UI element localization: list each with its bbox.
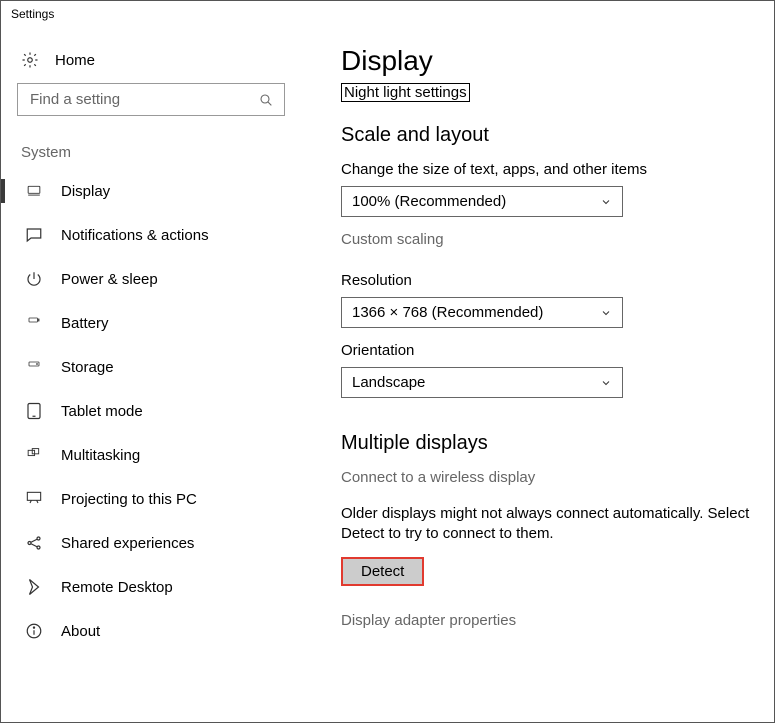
sidebar-item-power[interactable]: Power & sleep: [17, 257, 301, 301]
body: Home System Display: [1, 27, 774, 722]
search-input[interactable]: [28, 90, 258, 109]
chat-icon: [25, 226, 43, 244]
scale-label: Change the size of text, apps, and other…: [341, 161, 774, 178]
chevron-down-icon: [600, 196, 612, 208]
resolution-label: Resolution: [341, 272, 774, 289]
multitasking-icon: [25, 446, 43, 464]
sidebar-item-multitasking[interactable]: Multitasking: [17, 433, 301, 477]
search-icon: [258, 92, 274, 108]
chevron-down-icon: [600, 377, 612, 389]
custom-scaling-link[interactable]: Custom scaling: [341, 231, 774, 248]
chevron-down-icon: [600, 307, 612, 319]
sidebar-item-label: Display: [61, 183, 110, 200]
wireless-link[interactable]: Connect to a wireless display: [341, 469, 774, 486]
adapter-link[interactable]: Display adapter properties: [341, 612, 774, 629]
sidebar-item-about[interactable]: About: [17, 609, 301, 653]
scale-heading: Scale and layout: [341, 124, 774, 147]
sidebar-item-shared[interactable]: Shared experiences: [17, 521, 301, 565]
sidebar-item-label: Power & sleep: [61, 271, 158, 288]
remote-icon: [25, 578, 43, 596]
sidebar-item-label: Shared experiences: [61, 535, 194, 552]
resolution-dropdown[interactable]: 1366 × 768 (Recommended): [341, 297, 623, 328]
share-icon: [25, 534, 43, 552]
tablet-icon: [25, 402, 43, 420]
older-displays-text: Older displays might not always connect …: [341, 504, 761, 545]
sidebar-item-label: Projecting to this PC: [61, 491, 197, 508]
power-icon: [25, 270, 43, 288]
search-box[interactable]: [17, 83, 285, 116]
gear-icon: [21, 51, 39, 69]
page-title: Display: [341, 45, 774, 77]
window-title: Settings: [1, 1, 774, 27]
info-icon: [25, 622, 43, 640]
sidebar-item-label: Remote Desktop: [61, 579, 173, 596]
scale-dropdown[interactable]: 100% (Recommended): [341, 186, 623, 217]
settings-window: Settings Home: [0, 0, 775, 723]
resolution-value: 1366 × 768 (Recommended): [352, 304, 543, 321]
display-icon: [25, 182, 43, 200]
nav-list: Display Notifications & actions Power & …: [17, 169, 301, 653]
projecting-icon: [25, 490, 43, 508]
night-light-link[interactable]: Night light settings: [341, 83, 470, 102]
sidebar-item-storage[interactable]: Storage: [17, 345, 301, 389]
sidebar-item-label: Storage: [61, 359, 114, 376]
storage-icon: [25, 358, 43, 376]
home-label: Home: [55, 52, 95, 69]
orientation-value: Landscape: [352, 374, 425, 391]
detect-button[interactable]: Detect: [341, 557, 424, 586]
battery-icon: [25, 314, 43, 332]
sidebar-item-label: About: [61, 623, 100, 640]
sidebar-item-label: Battery: [61, 315, 109, 332]
orientation-label: Orientation: [341, 342, 774, 359]
category-label: System: [21, 144, 301, 161]
multiple-heading: Multiple displays: [341, 432, 774, 455]
scale-value: 100% (Recommended): [352, 193, 506, 210]
sidebar-item-remote[interactable]: Remote Desktop: [17, 565, 301, 609]
sidebar-item-label: Multitasking: [61, 447, 140, 464]
home-button[interactable]: Home: [21, 51, 301, 69]
sidebar-item-battery[interactable]: Battery: [17, 301, 301, 345]
main-content: Display Night light settings Scale and l…: [301, 27, 774, 722]
sidebar-item-display[interactable]: Display: [17, 169, 301, 213]
sidebar-item-notifications[interactable]: Notifications & actions: [17, 213, 301, 257]
orientation-dropdown[interactable]: Landscape: [341, 367, 623, 398]
sidebar-item-label: Notifications & actions: [61, 227, 209, 244]
sidebar-item-label: Tablet mode: [61, 403, 143, 420]
sidebar: Home System Display: [1, 27, 301, 722]
sidebar-item-tablet[interactable]: Tablet mode: [17, 389, 301, 433]
sidebar-item-projecting[interactable]: Projecting to this PC: [17, 477, 301, 521]
